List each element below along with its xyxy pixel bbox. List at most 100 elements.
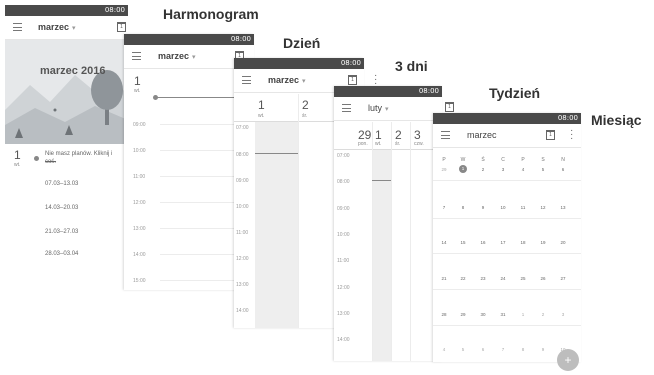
today-icon[interactable]: 1 (445, 102, 454, 112)
month-day-cell[interactable]: 5 (453, 347, 473, 352)
day-name: pon. (358, 141, 368, 147)
month-day-cell[interactable]: 15 (453, 240, 473, 245)
weekday-header: W (460, 157, 466, 163)
month-day-cell[interactable]: 9 (533, 347, 553, 352)
day-number: 1 (134, 74, 141, 88)
month-day-cell[interactable]: 29 (453, 312, 473, 317)
overflow-menu-icon[interactable]: · · · (570, 126, 573, 144)
month-day-cell[interactable]: 29 (434, 167, 454, 172)
month-day-cell[interactable]: 17 (493, 240, 513, 245)
status-time: 08:00 (557, 114, 578, 122)
empty-message-cont: coś. (45, 159, 57, 165)
overflow-menu-icon[interactable]: · · · (374, 71, 377, 89)
status-time: 08:00 (418, 87, 439, 95)
weekday-header: P (442, 157, 446, 163)
time-label: 15:00 (133, 278, 146, 284)
weekday-header: S (541, 157, 545, 163)
week-range-3[interactable]: 21.03–27.03 (45, 229, 78, 235)
month-day-cell[interactable]: 20 (553, 240, 573, 245)
today-icon[interactable]: 1 (348, 75, 357, 85)
month-day-cell[interactable]: 1 (513, 312, 533, 317)
time-label: 14:00 (133, 252, 146, 258)
month-day-cell[interactable]: 12 (533, 205, 553, 210)
week-range-4[interactable]: 28.03–03.04 (45, 251, 78, 257)
month-screen: 08:00 marzec 1 · · · P W Ś C P S N 29 1 2 3 4 5 6 7 8 9 10 1… (433, 113, 581, 362)
month-day-cell[interactable]: 7 (434, 205, 454, 210)
time-label: 12:00 (337, 285, 350, 291)
month-day-cell[interactable]: 4 (434, 347, 454, 352)
month-day-cell[interactable]: 28 (434, 312, 454, 317)
label-month: Miesiąc (591, 112, 642, 128)
month-day-cell[interactable]: 30 (473, 312, 493, 317)
month-day-cell[interactable]: 31 (493, 312, 513, 317)
week-range-2[interactable]: 14.03–20.03 (45, 205, 78, 211)
month-day-cell[interactable]: 5 (533, 167, 553, 172)
menu-icon[interactable] (441, 131, 450, 139)
menu-icon[interactable] (13, 23, 22, 31)
app-bar: marzec ▾ 1 (5, 16, 128, 40)
time-label: 14:00 (236, 308, 249, 314)
month-selector[interactable]: marzec ▾ (38, 22, 76, 32)
month-selector[interactable]: marzec ▾ (158, 51, 196, 61)
time-label: 07:00 (337, 153, 350, 159)
label-week: Tydzień (489, 85, 541, 101)
status-bar: 08:00 (124, 34, 254, 45)
app-bar: luty ▾ (334, 97, 442, 121)
time-label: 09:00 (133, 122, 146, 128)
weekday-header: N (561, 157, 565, 163)
month-day-cell[interactable]: 21 (434, 276, 454, 281)
month-day-cell[interactable]: 14 (434, 240, 454, 245)
now-line (255, 153, 298, 154)
schedule-screen: 08:00 marzec ▾ 1 marzec 2016 1 wt. Nie ma… (5, 5, 128, 273)
month-day-cell[interactable]: 1 (453, 165, 473, 173)
month-day-cell[interactable]: 27 (553, 276, 573, 281)
month-day-cell[interactable]: 24 (493, 276, 513, 281)
week-range-1[interactable]: 07.03–13.03 (45, 181, 78, 187)
label-three-days: 3 dni (395, 58, 428, 74)
menu-icon[interactable] (132, 52, 141, 60)
month-day-cell[interactable]: 13 (553, 205, 573, 210)
menu-icon[interactable] (342, 104, 351, 112)
month-selector[interactable]: marzec ▾ (268, 75, 306, 85)
day-name: śr. (395, 141, 401, 147)
month-day-cell[interactable]: 25 (513, 276, 533, 281)
month-day-cell[interactable]: 26 (533, 276, 553, 281)
month-day-cell[interactable]: 3 (553, 312, 573, 317)
day-number: 1 (375, 128, 382, 142)
label-schedule: Harmonogram (163, 6, 259, 22)
weekday-header: Ś (481, 157, 485, 163)
month-day-cell[interactable]: 7 (493, 347, 513, 352)
month-day-cell[interactable]: 10 (493, 205, 513, 210)
month-day-cell[interactable]: 2 (533, 312, 553, 317)
month-day-cell[interactable]: 9 (473, 205, 493, 210)
month-day-cell[interactable]: 8 (453, 205, 473, 210)
day-number: 2 (395, 128, 402, 142)
time-label: 11:00 (133, 174, 146, 180)
month-day-cell[interactable]: 3 (493, 167, 513, 172)
month-day-cell[interactable]: 8 (513, 347, 533, 352)
status-bar: 08:00 (5, 5, 128, 16)
add-event-button[interactable]: + (557, 349, 579, 371)
month-day-cell[interactable]: 6 (553, 167, 573, 172)
today-icon[interactable]: 1 (117, 22, 126, 32)
menu-icon[interactable] (242, 76, 251, 84)
time-label: 13:00 (337, 311, 350, 317)
day-name: czw. (414, 141, 424, 147)
month-day-cell[interactable]: 19 (533, 240, 553, 245)
time-label: 13:00 (236, 282, 249, 288)
month-day-cell[interactable]: 16 (473, 240, 493, 245)
month-day-cell[interactable]: 23 (473, 276, 493, 281)
month-banner: marzec 2016 (5, 40, 128, 144)
day-number: 3 (414, 128, 421, 142)
time-label: 09:00 (236, 178, 249, 184)
month-day-cell[interactable]: 18 (513, 240, 533, 245)
month-day-cell[interactable]: 6 (473, 347, 493, 352)
day-name: wt. (134, 88, 141, 94)
month-day-cell[interactable]: 11 (513, 205, 533, 210)
month-day-cell[interactable]: 2 (473, 167, 493, 172)
month-day-cell[interactable]: 22 (453, 276, 473, 281)
today-icon[interactable]: 1 (546, 130, 555, 140)
month-day-cell[interactable]: 4 (513, 167, 533, 172)
empty-message[interactable]: Nie masz planów. Kliknij i (45, 151, 112, 157)
month-selector[interactable]: luty ▾ (368, 103, 389, 113)
